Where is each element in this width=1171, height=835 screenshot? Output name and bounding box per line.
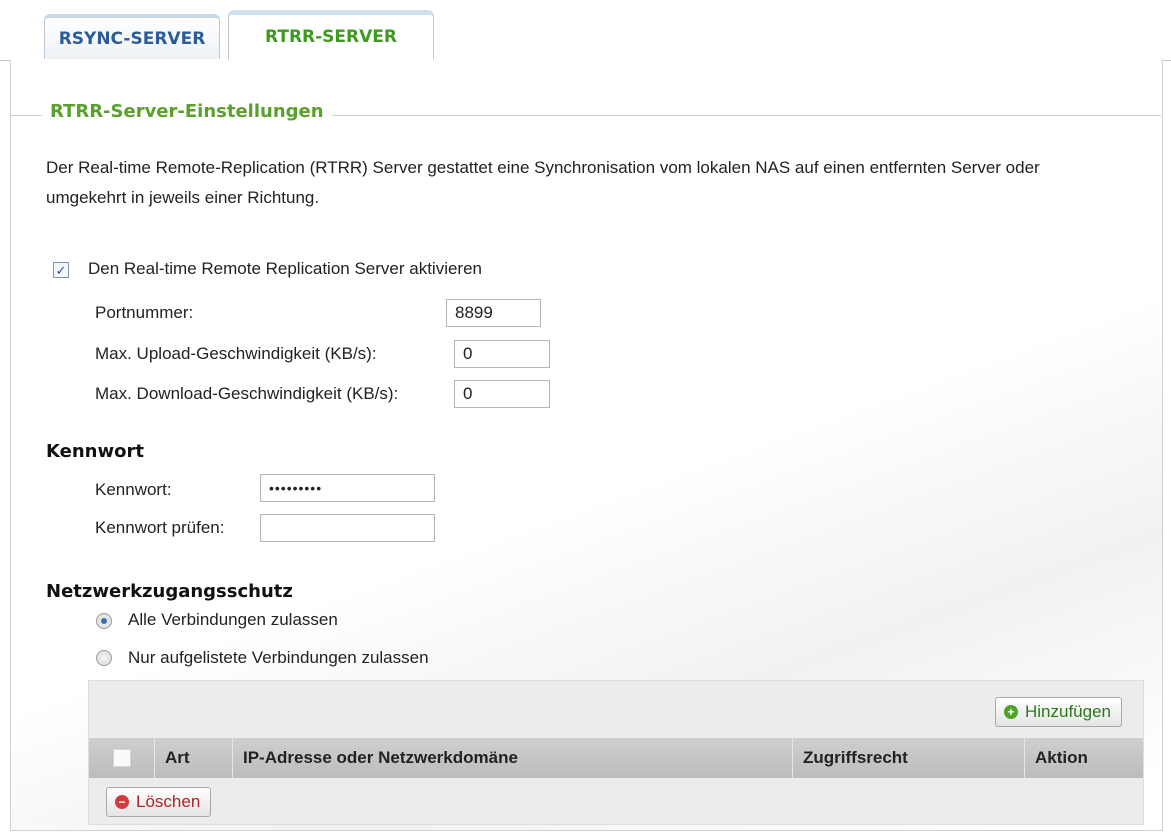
password-confirm-label: Kennwort prüfen:: [95, 518, 225, 537]
minus-icon: −: [115, 795, 129, 809]
access-list-table: + Hinzufügen Art IP-Adresse oder Netzwer…: [88, 680, 1144, 825]
network-section-title: Netzwerkzugangsschutz: [46, 581, 293, 602]
tab-rtrr-server[interactable]: RTRR-SERVER: [228, 10, 434, 60]
checkmark-icon: ✓: [55, 262, 67, 278]
enable-rtrr-label: Den Real-time Remote Replication Server …: [88, 259, 482, 278]
add-button[interactable]: + Hinzufügen: [995, 697, 1123, 727]
tab-bar: RSYNC-SERVER RTRR-SERVER: [0, 0, 1171, 61]
password-label: Kennwort:: [95, 480, 172, 499]
password-section-title: Kennwort: [46, 441, 144, 462]
allow-all-label: Alle Verbindungen zulassen: [128, 610, 338, 629]
column-art[interactable]: Art: [155, 738, 233, 778]
delete-button-label: Löschen: [136, 792, 201, 811]
column-action: Aktion: [1035, 748, 1088, 767]
port-input[interactable]: [446, 299, 541, 327]
allow-listed-label: Nur aufgelistete Verbindungen zulassen: [128, 648, 429, 667]
column-ip-address[interactable]: IP-Adresse oder Netzwerkdomäne: [233, 738, 793, 778]
description-text: Der Real-time Remote-Replication (RTRR) …: [46, 158, 1040, 207]
password-input[interactable]: •••••••••: [260, 474, 435, 502]
table-header: Art IP-Adresse oder Netzwerkdomäne Zugri…: [89, 738, 1143, 778]
upload-speed-input[interactable]: [454, 340, 550, 368]
delete-button[interactable]: − Löschen: [106, 787, 212, 817]
fieldset-legend: RTRR-Server-Einstellungen: [42, 101, 332, 122]
allow-listed-radio[interactable]: [96, 650, 112, 666]
enable-rtrr-checkbox[interactable]: ✓: [53, 262, 69, 278]
upload-speed-label: Max. Upload-Geschwindigkeit (KB/s):: [95, 344, 377, 363]
plus-icon: +: [1004, 705, 1018, 719]
select-all-header: [89, 738, 155, 778]
port-label: Portnummer:: [95, 303, 194, 322]
password-confirm-input[interactable]: [260, 514, 435, 542]
column-access-right[interactable]: Zugriffsrecht: [793, 738, 1025, 778]
download-speed-label: Max. Download-Geschwindigkeit (KB/s):: [95, 384, 399, 403]
add-button-label: Hinzufügen: [1025, 702, 1112, 721]
allow-all-radio[interactable]: [96, 613, 112, 629]
select-all-checkbox[interactable]: [112, 749, 131, 767]
download-speed-input[interactable]: [454, 380, 550, 408]
tab-rsync-server[interactable]: RSYNC-SERVER: [44, 14, 220, 59]
